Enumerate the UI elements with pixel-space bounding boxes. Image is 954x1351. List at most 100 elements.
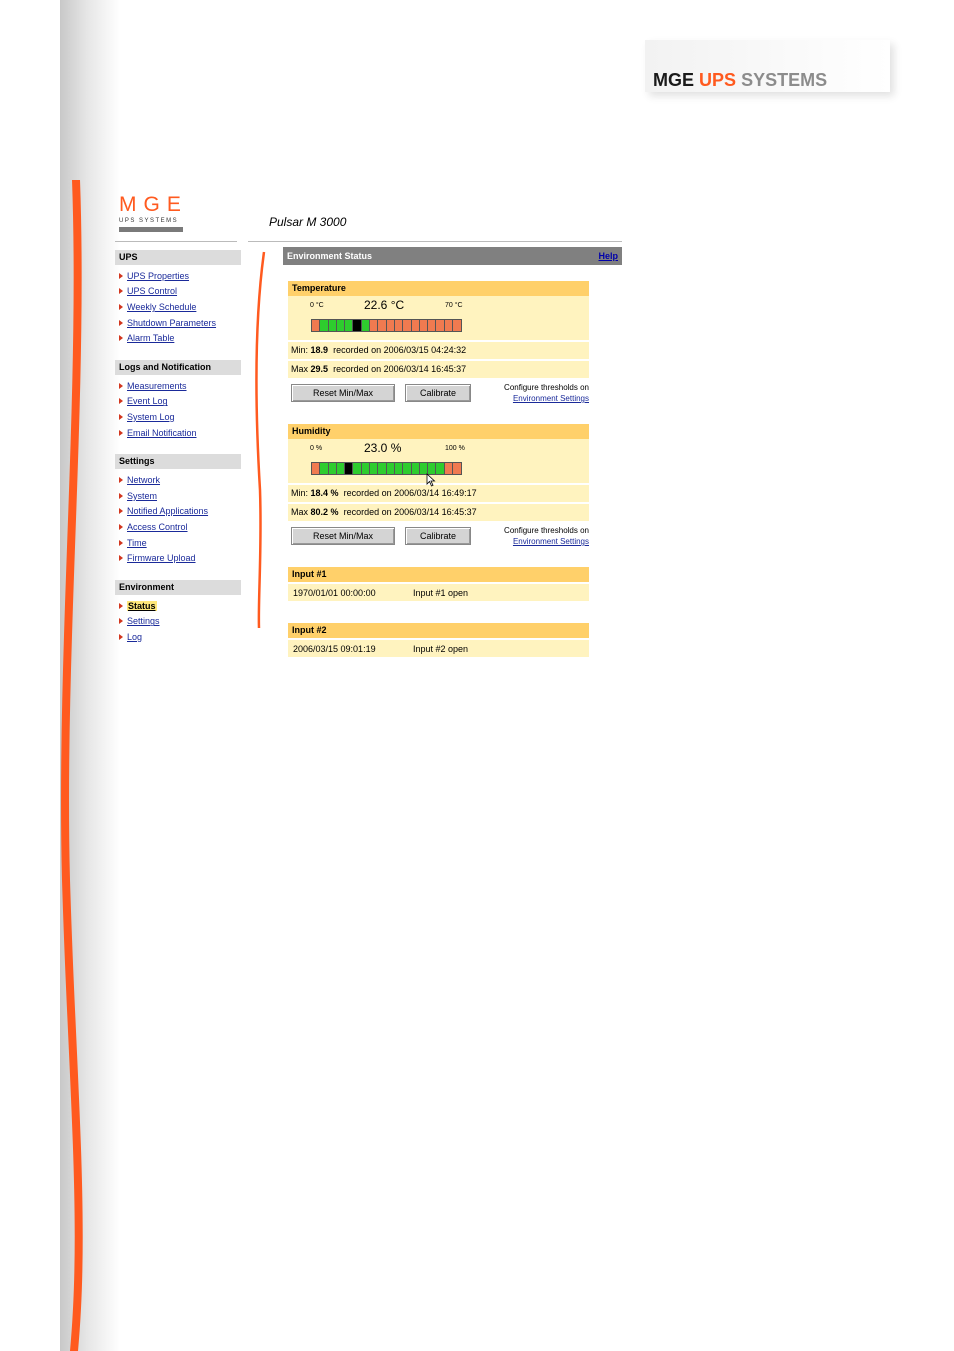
max-recorded: recorded on 2006/03/14 16:45:37: [343, 507, 477, 517]
input-1-row: 1970/01/01 00:00:00 Input #1 open: [288, 584, 589, 601]
nav-link[interactable]: Access Control: [127, 522, 188, 532]
bullet-icon: [119, 539, 123, 546]
sidebar-item-measurements[interactable]: Measurements: [115, 378, 241, 394]
calibrate-button[interactable]: Calibrate: [405, 384, 471, 402]
gauge-segment: [444, 463, 454, 474]
sidebar-item-email-notification[interactable]: Email Notification: [115, 425, 241, 441]
nav-link[interactable]: Weekly Schedule: [127, 302, 196, 312]
nav-link[interactable]: Measurements: [127, 381, 187, 391]
panel-header: Environment Status Help: [283, 247, 622, 265]
min-recorded: recorded on 2006/03/15 04:24:32: [333, 345, 467, 355]
brand-systems: SYSTEMS: [741, 70, 828, 90]
min-recorded: recorded on 2006/03/14 16:49:17: [343, 488, 477, 498]
gauge-segment: [453, 463, 462, 474]
page-orange-swoosh: [61, 180, 83, 1351]
sidebar-item-access-control[interactable]: Access Control: [115, 519, 241, 535]
input-date: 1970/01/01 00:00:00: [293, 587, 376, 598]
nav-link[interactable]: UPS Control: [127, 286, 177, 296]
sidebar-item-alarm-table[interactable]: Alarm Table: [115, 330, 241, 346]
environment-settings-link[interactable]: Environment Settings: [513, 537, 589, 546]
sidebar-item-env-log[interactable]: Log: [115, 629, 241, 645]
sidebar-nav: UPS UPS Properties UPS Control Weekly Sc…: [115, 250, 241, 659]
reset-min-max-button[interactable]: Reset Min/Max: [291, 384, 395, 402]
sidebar-item-shutdown-parameters[interactable]: Shutdown Parameters: [115, 315, 241, 331]
logo-sub: UPS SYSTEMS: [119, 218, 179, 224]
bullet-icon: [119, 272, 123, 279]
reset-min-max-button[interactable]: Reset Min/Max: [291, 527, 395, 545]
input-2-row: 2006/03/15 09:01:19 Input #2 open: [288, 640, 589, 657]
nav-link[interactable]: Notified Applications: [127, 506, 208, 516]
gauge-segment: [453, 320, 462, 331]
nav-link[interactable]: Settings: [127, 616, 160, 626]
document-brand-banner: MGE UPS SYSTEMS: [645, 40, 890, 92]
nav-link[interactable]: UPS Properties: [127, 271, 189, 281]
sidebar-item-ups-control[interactable]: UPS Control: [115, 284, 241, 300]
configure-thresholds: Configure thresholds on Environment Sett…: [504, 382, 589, 404]
brand-ups: UPS: [699, 70, 737, 90]
gauge-max-label: 70 °C: [445, 302, 463, 309]
max-value: 29.5: [310, 364, 329, 374]
help-link[interactable]: Help: [598, 251, 618, 261]
sidebar-item-env-settings[interactable]: Settings: [115, 614, 241, 630]
bullet-icon: [119, 319, 123, 326]
sidebar-item-env-status[interactable]: Status: [115, 598, 241, 614]
gauge-segment: [370, 320, 379, 331]
nav-link[interactable]: Log: [127, 632, 142, 642]
bullet-icon: [119, 429, 123, 436]
gauge-segment: [394, 463, 404, 474]
logo-bar: [119, 227, 183, 232]
gauge-segment: [336, 463, 346, 474]
gauge-segment: [361, 463, 371, 474]
nav-group-settings: Settings Network System Notified Applica…: [115, 454, 241, 566]
gauge-segment: [345, 463, 354, 474]
nav-heading: Settings: [115, 454, 241, 470]
bullet-icon: [119, 523, 123, 530]
humidity-gauge-bar: [311, 462, 463, 475]
temperature-gauge-bar: [311, 319, 463, 332]
configure-text: Configure thresholds on: [504, 526, 589, 535]
sidebar-item-network[interactable]: Network: [115, 472, 241, 488]
sidebar-item-system-log[interactable]: System Log: [115, 409, 241, 425]
temperature-value: 22.6 °C: [364, 298, 405, 312]
sidebar-item-system[interactable]: System: [115, 488, 241, 504]
humidity-min-row: Min: 18.4 % recorded on 2006/03/14 16:49…: [288, 485, 589, 502]
gauge-segment: [386, 320, 395, 331]
nav-link[interactable]: Event Log: [127, 396, 168, 406]
temperature-max-row: Max 29.5 recorded on 2006/03/14 16:45:37: [288, 361, 589, 378]
temperature-min-row: Min: 18.9 recorded on 2006/03/15 04:24:3…: [288, 342, 589, 359]
gauge-segment: [328, 463, 337, 474]
calibrate-button[interactable]: Calibrate: [405, 527, 471, 545]
sidebar-item-weekly-schedule[interactable]: Weekly Schedule: [115, 299, 241, 315]
gauge-segment: [394, 320, 404, 331]
gauge-segment: [312, 320, 321, 331]
bullet-icon: [119, 398, 123, 405]
sidebar-item-ups-properties[interactable]: UPS Properties: [115, 268, 241, 284]
nav-link[interactable]: Email Notification: [127, 428, 197, 438]
temperature-section: Temperature 0 °C 22.6 °C 70 °C Min: 18.9…: [288, 281, 589, 410]
sidebar-item-time[interactable]: Time: [115, 535, 241, 551]
sidebar-item-notified-applications[interactable]: Notified Applications: [115, 504, 241, 520]
nav-link[interactable]: Time: [127, 538, 147, 548]
humidity-value: 23.0 %: [364, 441, 402, 455]
divider: [248, 241, 622, 242]
nav-heading: Environment: [115, 579, 241, 595]
gauge-segment: [378, 320, 387, 331]
gauge-max-label: 100 %: [445, 445, 465, 452]
gauge-segment: [419, 320, 429, 331]
nav-link[interactable]: Shutdown Parameters: [127, 318, 216, 328]
nav-link[interactable]: Firmware Upload: [127, 553, 196, 563]
nav-link[interactable]: Network: [127, 475, 160, 485]
nav-link[interactable]: System Log: [127, 412, 175, 422]
nav-link[interactable]: System: [127, 491, 157, 501]
gauge-segment: [320, 463, 329, 474]
gauge-segment: [353, 320, 362, 331]
environment-settings-link[interactable]: Environment Settings: [513, 394, 589, 403]
gauge-segment: [361, 320, 371, 331]
bullet-icon: [119, 555, 123, 562]
nav-link[interactable]: Alarm Table: [127, 333, 174, 343]
section-heading: Humidity: [288, 424, 589, 439]
temperature-gauge-panel: 0 °C 22.6 °C 70 °C: [288, 296, 589, 340]
sidebar-item-event-log[interactable]: Event Log: [115, 394, 241, 410]
nav-link-active[interactable]: Status: [127, 600, 157, 611]
sidebar-item-firmware-upload[interactable]: Firmware Upload: [115, 550, 241, 566]
